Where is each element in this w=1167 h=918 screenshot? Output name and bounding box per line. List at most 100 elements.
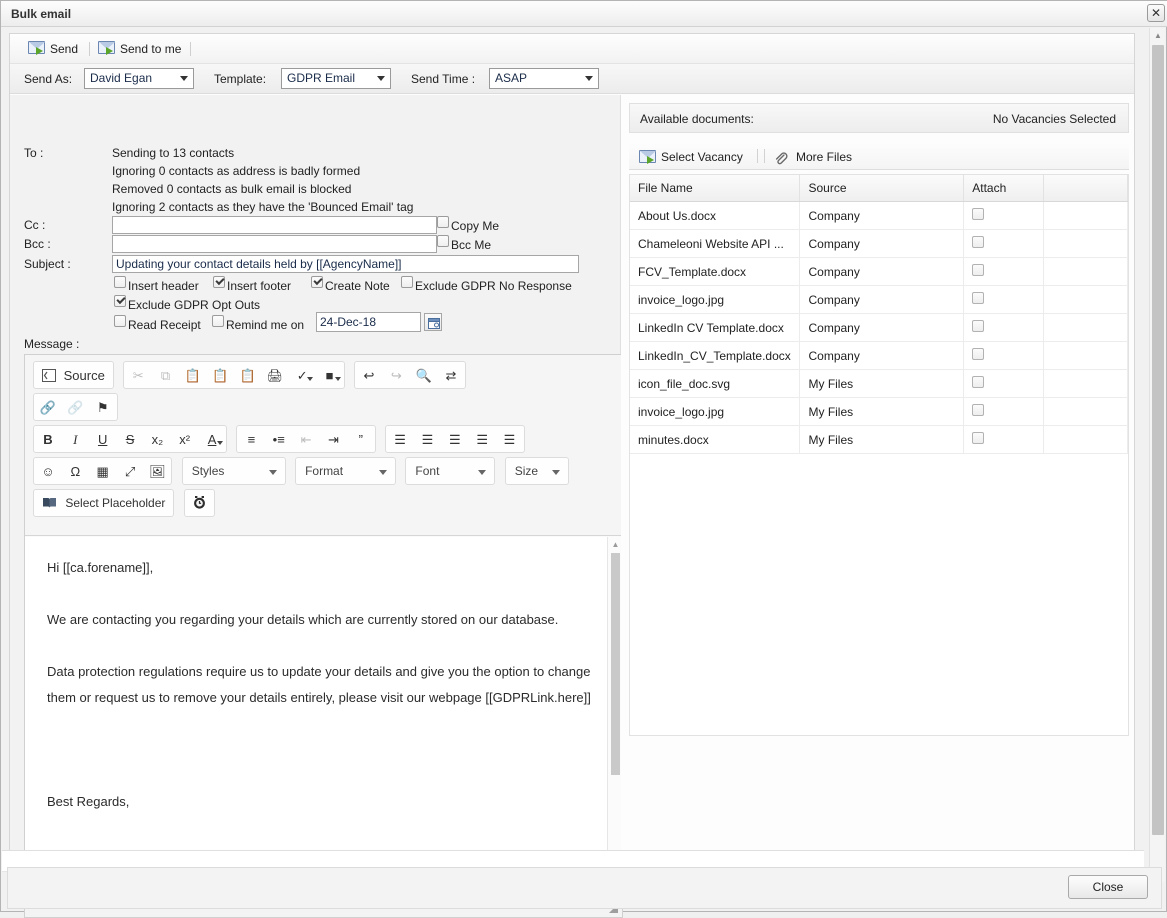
indent-icon[interactable]: ⇥ — [321, 427, 345, 453]
column-header-attach[interactable]: Attach — [963, 175, 1044, 202]
image-icon[interactable]: 🖼 — [145, 459, 169, 485]
table-row[interactable]: FCV_Template.docx Company — [630, 257, 1129, 286]
bulleted-list-icon[interactable]: •≡ — [267, 427, 291, 453]
spell-check-icon[interactable]: ✓ — [290, 363, 314, 389]
table-row[interactable]: LinkedIn CV Template.docx Company — [630, 313, 1129, 342]
attach-checkbox[interactable] — [972, 292, 985, 304]
align-justify-icon[interactable]: ☰ — [470, 427, 494, 453]
exclude-gdpr-opt-outs-checkbox[interactable] — [114, 295, 126, 307]
size-combo[interactable]: Size — [504, 457, 569, 485]
styles-combo[interactable]: Styles — [181, 457, 286, 485]
editor-scroll-up-icon[interactable]: ▲ — [608, 537, 622, 552]
copy-icon[interactable]: ⧉ — [154, 363, 178, 389]
copy-me-checkbox[interactable] — [437, 216, 449, 228]
attach-checkbox[interactable] — [972, 432, 985, 444]
subject-input[interactable]: Updating your contact details held by [[… — [112, 255, 579, 273]
editor-content[interactable]: Hi [[ca.forename]], We are contacting yo… — [47, 555, 592, 841]
insert-footer-checkbox[interactable] — [213, 276, 225, 288]
table-row[interactable]: minutes.docx My Files — [630, 425, 1129, 454]
font-combo[interactable]: Font — [405, 457, 496, 485]
remind-me-checkbox[interactable] — [212, 315, 224, 327]
attach-checkbox[interactable] — [972, 404, 985, 416]
window-close-icon[interactable]: ✕ — [1147, 4, 1165, 22]
attach-checkbox[interactable] — [972, 264, 985, 276]
attach-checkbox[interactable] — [972, 320, 985, 332]
align-center-icon[interactable]: ☰ — [415, 427, 439, 453]
scroll-up-icon[interactable]: ▲ — [1150, 28, 1166, 44]
select-vacancy-button[interactable]: Select Vacancy — [639, 147, 743, 167]
special-char-icon[interactable]: Ω — [63, 459, 87, 485]
table-row[interactable]: icon_file_doc.svg My Files — [630, 369, 1129, 398]
undo-icon[interactable]: ↩ — [357, 363, 381, 389]
bcc-input[interactable] — [112, 235, 437, 253]
editor-scrollbar-thumb[interactable] — [611, 553, 620, 775]
strikethrough-icon[interactable]: S — [118, 427, 142, 453]
close-button[interactable]: Close — [1068, 875, 1148, 899]
numbered-list-icon[interactable]: ≡ — [239, 427, 263, 453]
send-button[interactable]: Send — [28, 38, 78, 60]
editor-scrollbar[interactable]: ▲ ▼ — [607, 537, 622, 881]
subscript-icon[interactable]: x₂ — [145, 427, 169, 453]
align-block-icon[interactable]: ☰ — [498, 427, 522, 453]
italic-icon[interactable]: I — [63, 427, 87, 453]
template-select[interactable]: GDPR Email — [281, 68, 391, 89]
editor-body[interactable]: Hi [[ca.forename]], We are contacting yo… — [25, 537, 622, 881]
align-left-icon[interactable]: ☰ — [388, 427, 412, 453]
send-as-select[interactable]: David Egan — [84, 68, 194, 89]
table-row[interactable]: invoice_logo.jpg Company — [630, 285, 1129, 314]
select-placeholder-button[interactable]: Select Placeholder — [33, 489, 175, 517]
more-files-button[interactable]: More Files — [774, 147, 852, 167]
table-row[interactable]: LinkedIn_CV_Template.docx Company — [630, 341, 1129, 370]
align-right-icon[interactable]: ☰ — [443, 427, 467, 453]
maximize-icon[interactable]: ⤢ — [118, 459, 142, 485]
anchor-icon[interactable]: ⚑ — [91, 395, 115, 421]
window-scrollbar[interactable]: ▲ ▼ — [1149, 28, 1165, 882]
attach-checkbox[interactable] — [972, 348, 985, 360]
calendar-icon[interactable] — [424, 313, 442, 331]
remind-date-input[interactable]: 24-Dec-18 — [316, 312, 421, 332]
smiley-icon[interactable]: ☺ — [36, 459, 60, 485]
table-row[interactable]: invoice_logo.jpg My Files — [630, 397, 1129, 426]
paste-from-word-icon[interactable]: 📋 — [236, 363, 260, 389]
schedule-clock-button[interactable] — [183, 489, 215, 517]
table-row[interactable]: Chameleoni Website API ... Company — [630, 229, 1129, 258]
redo-icon[interactable]: ↪ — [384, 363, 408, 389]
exclude-gdpr-no-response-checkbox[interactable] — [401, 276, 413, 288]
insert-header-checkbox[interactable] — [114, 276, 126, 288]
column-header-source[interactable]: Source — [799, 175, 965, 202]
find-icon[interactable]: 🔍 — [412, 363, 436, 389]
attach-checkbox[interactable] — [972, 236, 985, 248]
attach-checkbox[interactable] — [972, 208, 985, 220]
send-to-me-button[interactable]: Send to me — [98, 38, 181, 60]
bold-icon[interactable]: B — [36, 427, 60, 453]
cut-icon[interactable]: ✂ — [126, 363, 150, 389]
send-to-me-envelope-icon — [98, 41, 115, 55]
create-note-checkbox[interactable] — [311, 276, 323, 288]
column-header-file-name[interactable]: File Name — [630, 175, 801, 202]
send-time-select[interactable]: ASAP — [489, 68, 599, 89]
print-icon[interactable]: 🖨 — [263, 363, 287, 389]
format-combo[interactable]: Format — [295, 457, 397, 485]
attach-checkbox[interactable] — [972, 376, 985, 388]
superscript-icon[interactable]: x² — [173, 427, 197, 453]
editor-group-history: ↩ ↪ 🔍 ⇄ — [353, 361, 466, 389]
font-combo-label: Font — [415, 464, 440, 478]
unlink-icon[interactable]: 🔗 — [63, 395, 87, 421]
outdent-icon[interactable]: ⇤ — [294, 427, 318, 453]
scrollbar-thumb[interactable] — [1152, 45, 1164, 835]
to-line-0: Sending to 13 contacts — [112, 146, 235, 160]
table-row[interactable]: About Us.docx Company — [630, 201, 1129, 230]
link-icon[interactable]: 🔗 — [36, 395, 60, 421]
blockquote-icon[interactable]: ” — [349, 427, 373, 453]
underline-icon[interactable]: U — [91, 427, 115, 453]
cc-input[interactable] — [112, 216, 437, 234]
source-button[interactable]: Source — [36, 363, 111, 389]
remove-format-icon[interactable]: A — [200, 427, 224, 453]
replace-icon[interactable]: ⇄ — [439, 363, 463, 389]
paste-as-text-icon[interactable]: 📋 — [208, 363, 232, 389]
table-icon[interactable]: ▦ — [91, 459, 115, 485]
text-color-icon[interactable]: ■ — [318, 363, 342, 389]
bcc-me-checkbox[interactable] — [437, 235, 449, 247]
read-receipt-checkbox[interactable] — [114, 315, 126, 327]
paste-icon[interactable]: 📋 — [181, 363, 205, 389]
